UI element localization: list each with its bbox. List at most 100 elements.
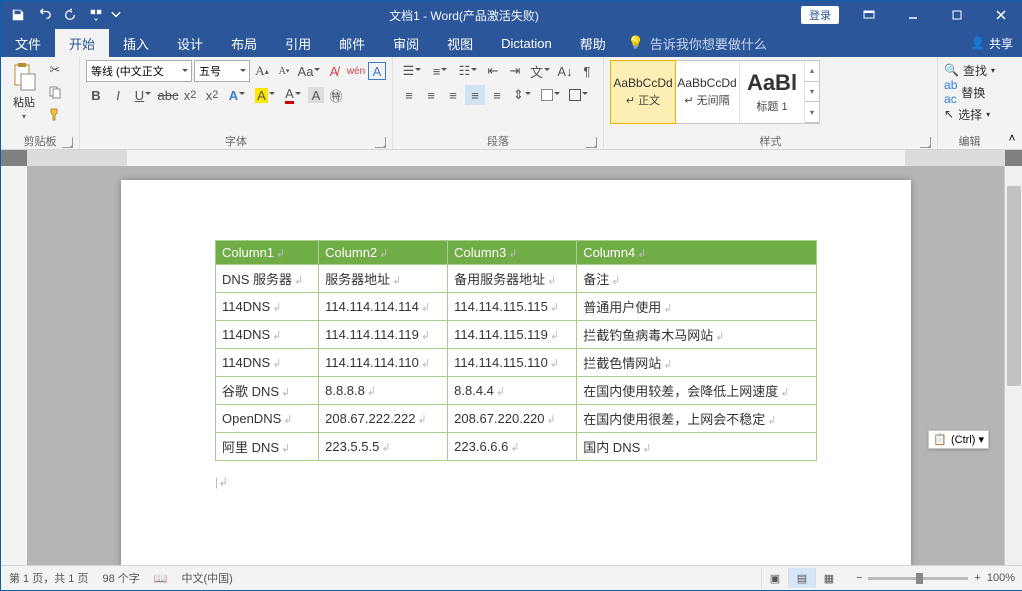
qat-customize-icon[interactable] (83, 2, 109, 28)
document-area[interactable]: Column1↲ Column2↲ Column3↲ Column4↲ DNS … (27, 166, 1005, 566)
table-header[interactable]: Column1↲ (216, 241, 319, 265)
table-cell[interactable]: 223.6.6.6↲ (448, 433, 577, 461)
tab-review[interactable]: 审阅 (379, 29, 433, 57)
clear-formatting-icon[interactable]: A̸ (324, 61, 344, 81)
find-button[interactable]: 🔍查找▾ (944, 60, 995, 80)
distribute-icon[interactable]: ≡ (487, 85, 507, 105)
decrease-font-icon[interactable]: A▾ (274, 61, 294, 81)
share-button[interactable]: 👤 共享 (970, 35, 1013, 52)
table-cell[interactable]: 114.114.114.110↲ (319, 349, 448, 377)
table-cell[interactable]: 在国内使用很差，上网会不稳定↲ (577, 405, 817, 433)
tab-file[interactable]: 文件 (1, 29, 55, 57)
bold-icon[interactable]: B (86, 85, 106, 105)
align-left-icon[interactable]: ≡ (399, 85, 419, 105)
style-normal[interactable]: AaBbCcDd↵ 正文 (610, 60, 676, 124)
increase-font-icon[interactable]: A▴ (252, 61, 272, 81)
tab-dictation[interactable]: Dictation (487, 29, 566, 57)
highlight-icon[interactable]: A (252, 85, 278, 105)
table-cell[interactable]: 拦截钓鱼病毒木马网站↲ (577, 321, 817, 349)
maximize-icon[interactable] (935, 1, 979, 29)
table-cell[interactable]: 114.114.115.115↲ (448, 293, 577, 321)
horizontal-ruler[interactable] (27, 150, 1005, 167)
zoom-slider[interactable] (868, 577, 968, 580)
tab-insert[interactable]: 插入 (109, 29, 163, 57)
tab-view[interactable]: 视图 (433, 29, 487, 57)
table-cell[interactable]: 拦截色情网站↲ (577, 349, 817, 377)
table-cell[interactable]: 在国内使用较差，会降低上网速度↲ (577, 377, 817, 405)
table-cell[interactable]: 223.5.5.5↲ (319, 433, 448, 461)
undo-icon[interactable] (31, 2, 57, 28)
table-cell[interactable]: 普通用户使用↲ (577, 293, 817, 321)
table-cell[interactable]: DNS 服务器↲ (216, 265, 319, 293)
tab-help[interactable]: 帮助 (566, 29, 620, 57)
login-button[interactable]: 登录 (801, 6, 839, 24)
table-cell[interactable]: 谷歌 DNS↲ (216, 377, 319, 405)
copy-icon[interactable] (45, 82, 65, 102)
redo-icon[interactable] (57, 2, 83, 28)
text-effects-icon[interactable]: A (224, 85, 250, 105)
shading-icon[interactable] (537, 85, 563, 105)
table-cell[interactable]: 114.114.114.114↲ (319, 293, 448, 321)
character-shading-icon[interactable]: A (308, 87, 324, 103)
content-table[interactable]: Column1↲ Column2↲ Column3↲ Column4↲ DNS … (215, 240, 817, 461)
vertical-scrollbar[interactable] (1004, 166, 1022, 566)
table-cell[interactable]: 114.114.115.110↲ (448, 349, 577, 377)
tab-design[interactable]: 设计 (163, 29, 217, 57)
table-header[interactable]: Column3↲ (448, 241, 577, 265)
change-case-icon[interactable]: Aa (296, 61, 322, 81)
table-cell[interactable]: 208.67.220.220↲ (448, 405, 577, 433)
table-header[interactable]: Column2↲ (319, 241, 448, 265)
table-cell[interactable]: 国内 DNS↲ (577, 433, 817, 461)
minimize-icon[interactable] (891, 1, 935, 29)
increase-indent-icon[interactable]: ⇥ (505, 61, 525, 81)
collapse-ribbon-icon[interactable]: ˄ (1001, 57, 1022, 149)
scrollbar-thumb[interactable] (1007, 186, 1021, 386)
font-size-select[interactable]: 五号 (194, 60, 250, 82)
enclose-characters-icon[interactable]: ㊕ (326, 85, 346, 105)
table-cell[interactable]: 8.8.4.4↲ (448, 377, 577, 405)
cut-icon[interactable]: ✂ (45, 60, 65, 80)
cursor-paragraph[interactable]: |↲ (215, 475, 817, 489)
tab-mailings[interactable]: 邮件 (325, 29, 379, 57)
bullets-icon[interactable]: ☰ (399, 61, 425, 81)
table-cell[interactable]: 备注↲ (577, 265, 817, 293)
tab-layout[interactable]: 布局 (217, 29, 271, 57)
table-cell[interactable]: 114DNS↲ (216, 321, 319, 349)
multilevel-list-icon[interactable]: ☷ (455, 61, 481, 81)
paragraph-launcher-icon[interactable] (586, 137, 597, 148)
table-cell[interactable]: 8.8.8.8↲ (319, 377, 448, 405)
line-spacing-icon[interactable]: ⇕ (509, 85, 535, 105)
replace-button[interactable]: abac替换 (944, 82, 995, 102)
print-layout-icon[interactable]: ▤ (788, 568, 815, 588)
borders-icon[interactable] (565, 85, 591, 105)
table-cell[interactable]: 阿里 DNS↲ (216, 433, 319, 461)
underline-icon[interactable]: U (130, 85, 156, 105)
table-cell[interactable]: 114.114.114.119↲ (319, 321, 448, 349)
status-proofing-icon[interactable]: 📖 (154, 572, 168, 585)
text-direction-icon[interactable]: 文 (527, 61, 553, 81)
format-painter-icon[interactable] (45, 104, 65, 124)
character-border-icon[interactable]: A (368, 62, 386, 80)
phonetic-guide-icon[interactable]: wén (346, 61, 366, 81)
table-cell[interactable]: 备用服务器地址↲ (448, 265, 577, 293)
zoom-percent[interactable]: 100% (987, 572, 1015, 584)
table-cell[interactable]: 114DNS↲ (216, 293, 319, 321)
read-mode-icon[interactable]: ▣ (761, 568, 788, 588)
styles-gallery[interactable]: AaBbCcDd↵ 正文 AaBbCcDd↵ 无间隔 AaBl标题 1 ▴▾▾ (610, 60, 820, 124)
styles-gallery-more[interactable]: ▴▾▾ (805, 61, 819, 123)
status-language[interactable]: 中文(中国) (181, 570, 232, 586)
decrease-indent-icon[interactable]: ⇤ (483, 61, 503, 81)
zoom-out-icon[interactable]: − (856, 572, 862, 584)
style-no-spacing[interactable]: AaBbCcDd↵ 无间隔 (675, 61, 740, 123)
ribbon-display-icon[interactable] (847, 1, 891, 29)
table-cell[interactable]: 服务器地址↲ (319, 265, 448, 293)
zoom-in-icon[interactable]: + (974, 572, 980, 584)
tab-references[interactable]: 引用 (271, 29, 325, 57)
tab-home[interactable]: 开始 (55, 29, 109, 57)
clipboard-launcher-icon[interactable] (62, 137, 73, 148)
close-icon[interactable] (979, 1, 1022, 29)
tell-me-search[interactable]: 💡 告诉我你想要做什么 (628, 34, 767, 53)
table-cell[interactable]: 114DNS↲ (216, 349, 319, 377)
italic-icon[interactable]: I (108, 85, 128, 105)
font-launcher-icon[interactable] (375, 137, 386, 148)
